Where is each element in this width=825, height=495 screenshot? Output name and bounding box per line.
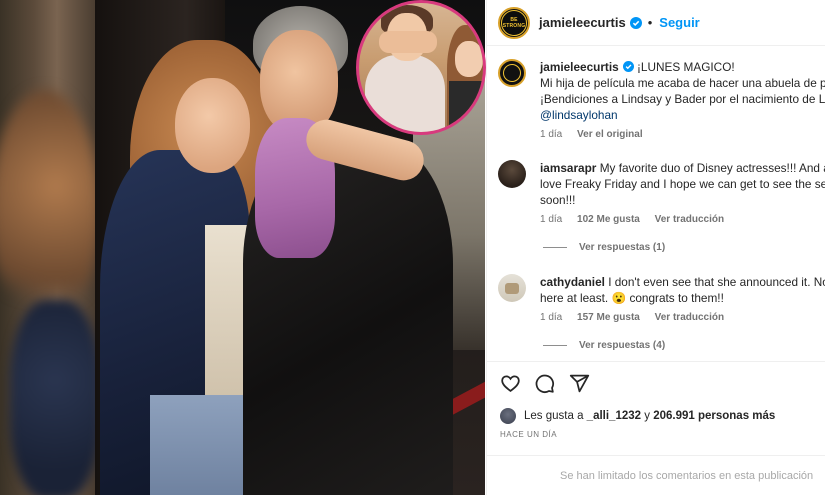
commenter-avatar[interactable] [498,274,526,302]
view-replies-button[interactable]: Ver respuestas (4) [543,340,665,351]
share-icon[interactable] [569,373,590,394]
comment-text-line-3: soon!!! [540,193,576,207]
author-username[interactable]: jamieleecurtis [539,15,626,30]
comment-text-line-1: My favorite duo of Disney actresses!!! A… [599,161,825,175]
commenter-username[interactable]: iamsarapr [540,161,596,175]
author-avatar[interactable]: BE STRONG [498,6,530,39]
verified-badge-icon [629,16,642,29]
action-bar [487,361,825,401]
liker-avatar[interactable] [500,408,516,424]
likes-count[interactable]: 206.991 personas más [653,410,775,422]
comments-limited-notice: Se han limitado los comentarios en esta … [487,455,825,495]
see-original-link[interactable]: Ver el original [577,129,643,140]
post-timestamp[interactable]: HACE UN DÍA [500,430,557,439]
comment-text-line-2: here at least. 😮 congrats to them!! [540,291,724,305]
caption-time[interactable]: 1 día [540,129,562,140]
blurred-backdrop [0,0,95,495]
view-replies-button[interactable]: Ver respuestas (1) [543,242,665,253]
caption-line-2: Mi hija de película me acaba de hacer un… [540,76,825,90]
caption-mention[interactable]: @lindsaylohan [540,107,825,123]
comments-feed[interactable]: jamieleecurtis ¡LUNES MAGICO! Mi hija de… [487,47,825,360]
post-panel: BE STRONG jamieleecurtis • Seguir jamiele… [486,0,825,495]
commenter-username[interactable]: cathydaniel [540,275,605,289]
likes-connector: y [644,410,650,422]
inset-circle-image [356,0,486,135]
commenter-avatar[interactable] [498,160,526,188]
heart-icon[interactable] [500,373,521,394]
post-header: BE STRONG jamieleecurtis • Seguir [487,0,825,46]
separator-dot: • [647,15,653,30]
caption-line-3: ¡Bendiciones a Lindsay y Bader por el na… [540,92,825,106]
likes-summary[interactable]: Les gusta a _alli_1232 y 206.991 persona… [500,408,775,424]
caption-avatar[interactable] [498,59,526,87]
comment-icon[interactable] [534,373,555,394]
verified-badge-icon [622,61,634,72]
comment-text-line-1: I don't even see that she announced it. … [608,275,825,289]
caption-line-1: ¡LUNES MAGICO! [636,60,735,74]
comment-likes[interactable]: 157 Me gusta [577,312,640,323]
comment-time[interactable]: 1 día [540,214,562,225]
likes-prefix: Les gusta a [524,410,584,422]
comment-text-line-2: love Freaky Friday and I hope we can get… [540,177,825,191]
comment-time[interactable]: 1 día [540,312,562,323]
comment-likes[interactable]: 102 Me gusta [577,214,640,225]
caption-username[interactable]: jamieleecurtis [540,60,619,74]
translate-link[interactable]: Ver traducción [655,214,724,225]
liker-username[interactable]: _alli_1232 [587,410,641,422]
follow-button[interactable]: Seguir [659,15,699,30]
translate-link[interactable]: Ver traducción [655,312,724,323]
